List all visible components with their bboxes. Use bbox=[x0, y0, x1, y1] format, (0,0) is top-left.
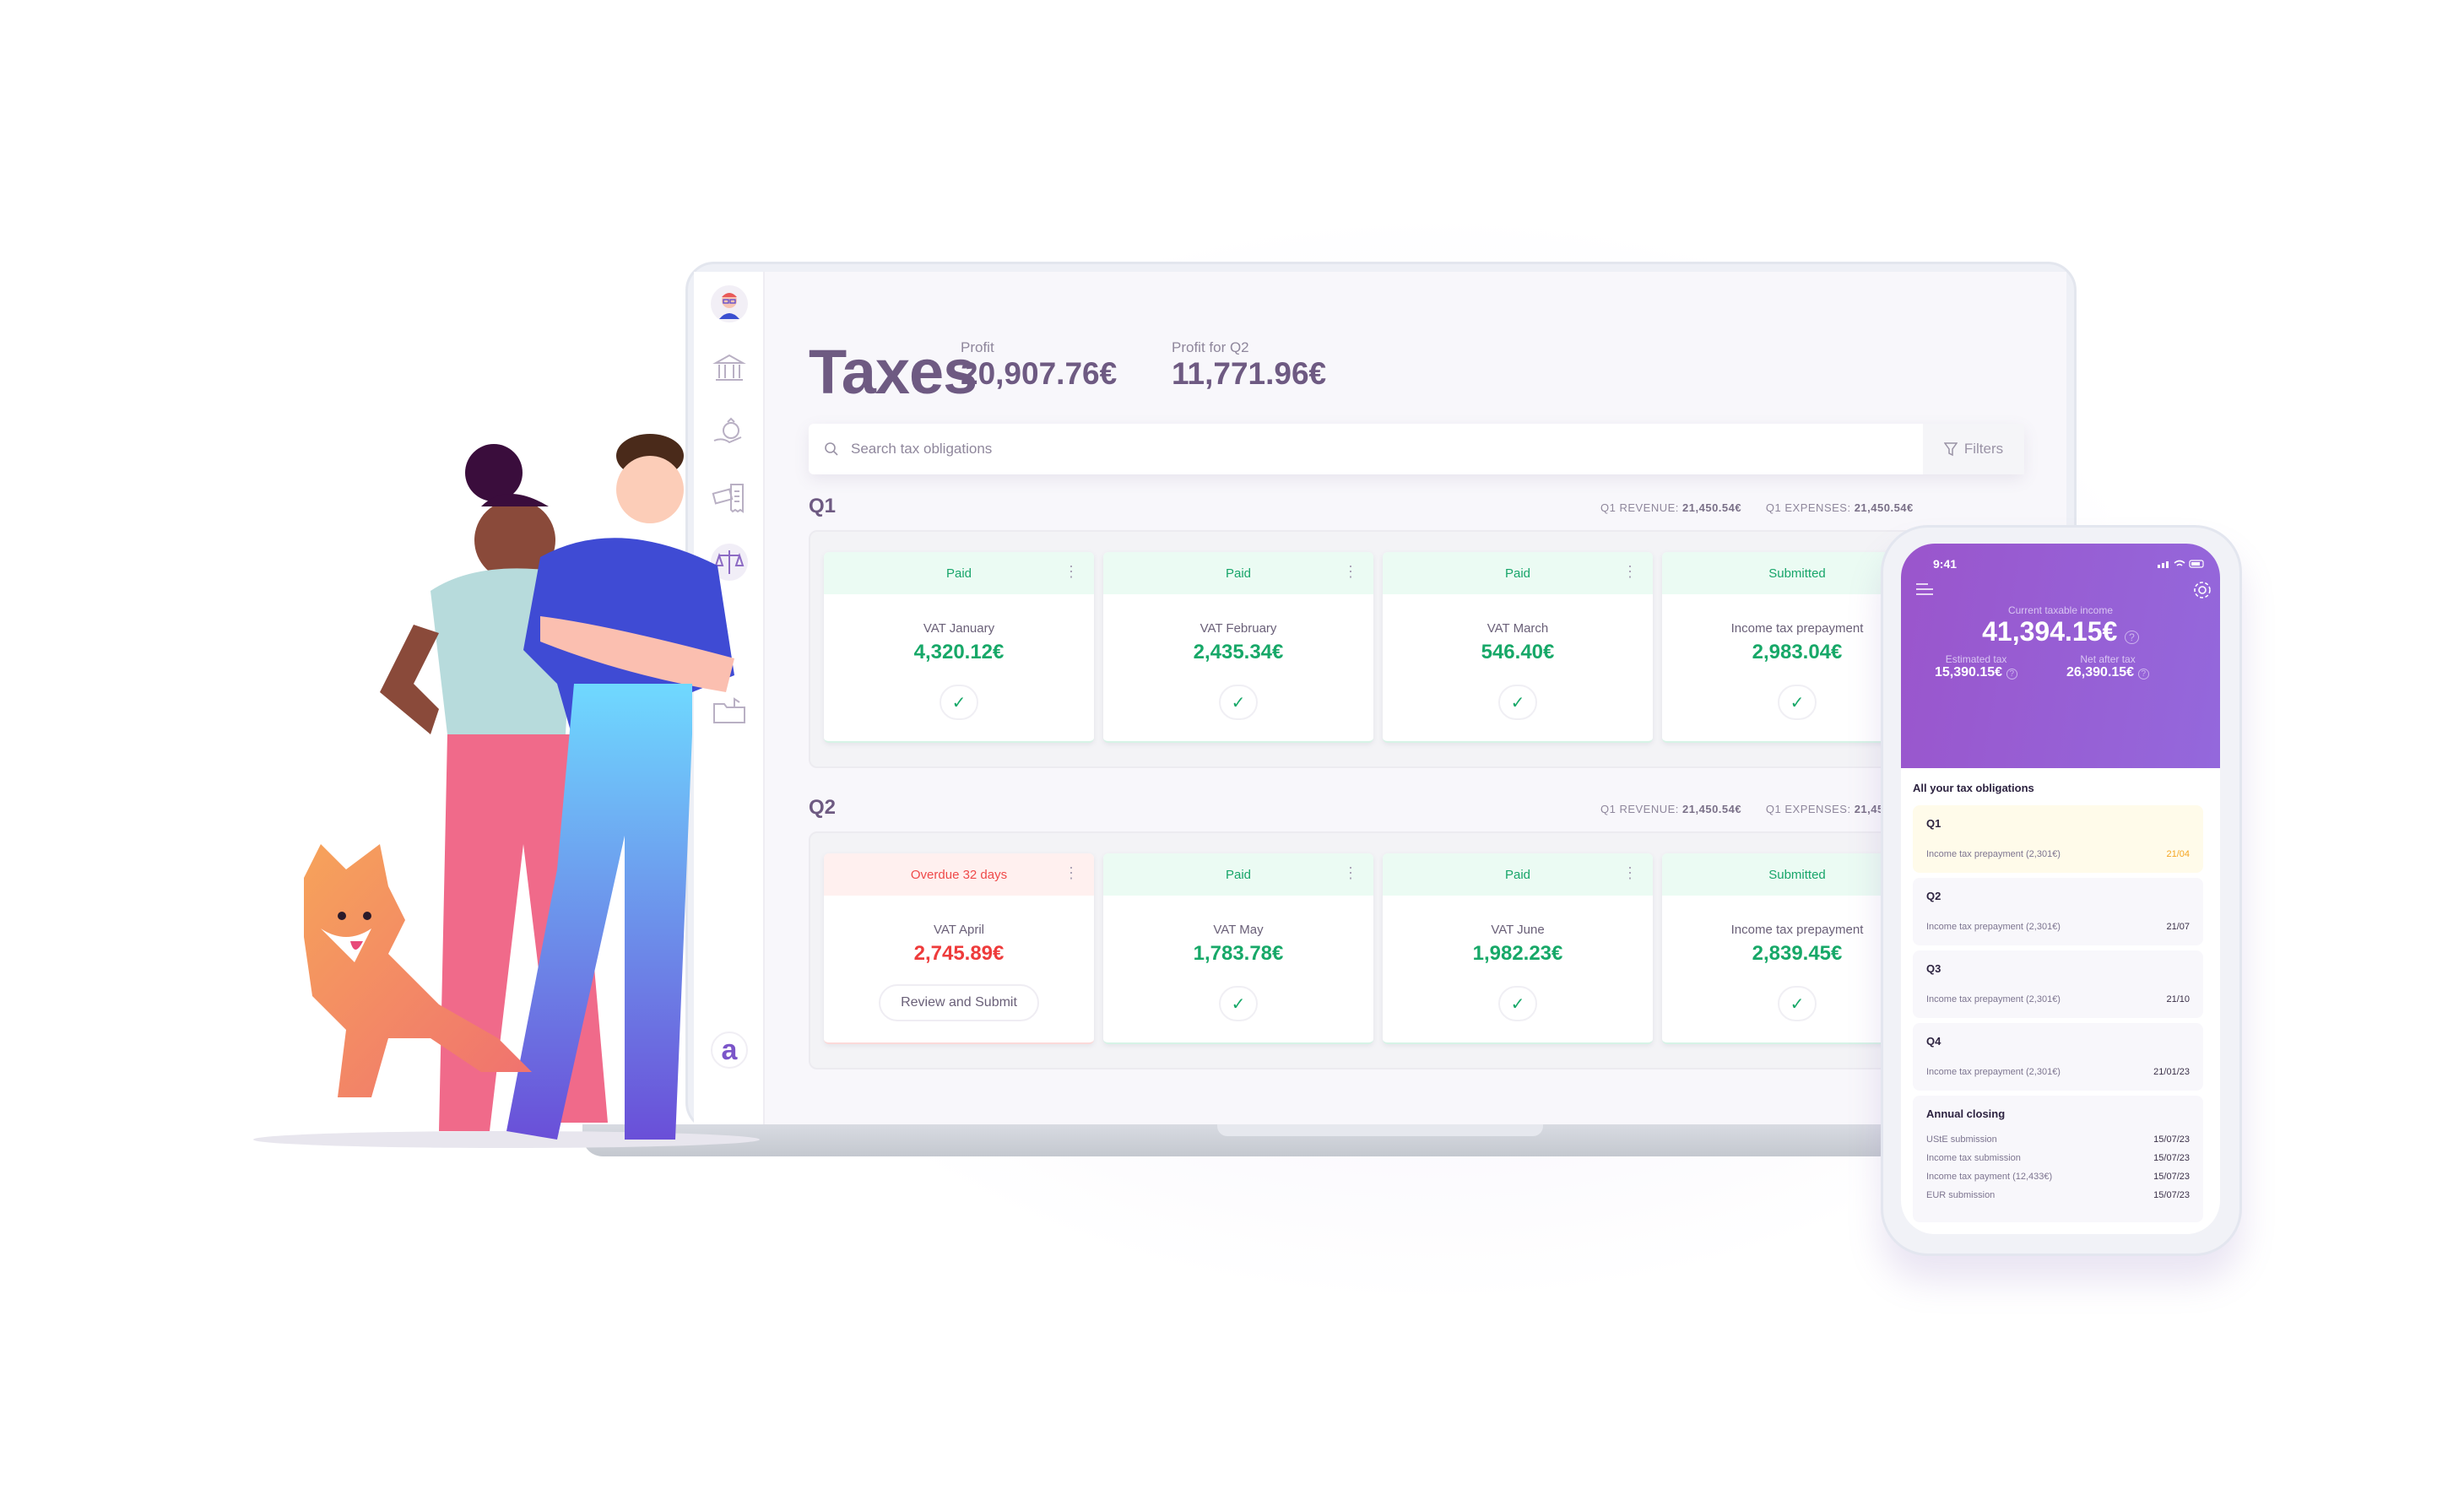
tax-card[interactable]: Paid ⋮ VAT May 1,783.78€ ✓ bbox=[1103, 853, 1373, 1044]
quarter-label: Q1 bbox=[809, 495, 837, 517]
settings-gear-icon[interactable] bbox=[2191, 579, 2213, 601]
check-icon[interactable]: ✓ bbox=[1219, 685, 1258, 720]
more-options-icon[interactable]: ⋮ bbox=[1343, 564, 1358, 579]
status-badge: Paid bbox=[1504, 566, 1531, 581]
check-icon[interactable]: ✓ bbox=[1219, 986, 1258, 1021]
quarter-summary: Q1 REVENUE: 21,450.54€ Q1 EXPENSES: 21,4… bbox=[1600, 501, 1914, 514]
income-label: Current taxable income bbox=[2007, 604, 2114, 616]
annual-row: UStE submission 15/07/23 bbox=[1926, 1134, 2190, 1145]
annual-row: Income tax submission 15/07/23 bbox=[1926, 1153, 2190, 1163]
more-options-icon[interactable]: ⋮ bbox=[1064, 564, 1079, 579]
check-icon[interactable]: ✓ bbox=[1498, 685, 1537, 720]
mobile-app: 9:41 Current taxable income 41,394.15€ ?… bbox=[1901, 544, 2220, 1234]
obligations-title: All your tax obligations bbox=[1913, 782, 2034, 794]
more-options-icon[interactable]: ⋮ bbox=[1622, 564, 1638, 579]
more-options-icon[interactable]: ⋮ bbox=[1622, 865, 1638, 880]
desktop-app: a Taxes Profit 20,907.76€ Profit for Q2 … bbox=[694, 272, 2066, 1124]
tax-amount: 1,982.23€ bbox=[1472, 942, 1563, 965]
status-badge: Overdue 32 days bbox=[910, 867, 1008, 882]
more-options-icon[interactable]: ⋮ bbox=[1064, 865, 1079, 880]
tax-amount: 4,320.12€ bbox=[913, 641, 1005, 663]
tax-name: VAT April bbox=[933, 923, 985, 937]
obligation-item[interactable]: Q1 Income tax prepayment (2,301€) 21/04 bbox=[1913, 805, 2203, 873]
filter-icon bbox=[1943, 442, 1958, 457]
review-submit-button[interactable]: Review and Submit bbox=[879, 984, 1039, 1021]
tax-card[interactable]: Paid ⋮ VAT March 546.40€ ✓ bbox=[1383, 552, 1653, 743]
annual-row: EUR submission 15/07/23 bbox=[1926, 1190, 2190, 1200]
status-badge: Submitted bbox=[1768, 566, 1826, 581]
estimated-tax: Estimated tax 15,390.15€ ? bbox=[1935, 653, 2018, 680]
obligation-item[interactable]: Q3 Income tax prepayment (2,301€) 21/10 bbox=[1913, 950, 2203, 1018]
tax-card[interactable]: Overdue 32 days ⋮ VAT April 2,745.89€ Rev… bbox=[824, 853, 1094, 1044]
status-badge: Submitted bbox=[1768, 867, 1826, 882]
tax-name: VAT February bbox=[1200, 621, 1277, 636]
tax-card[interactable]: Paid ⋮ VAT February 2,435.34€ ✓ bbox=[1103, 552, 1373, 743]
annual-closing[interactable]: Annual closing UStE submission 15/07/23 Inc… bbox=[1913, 1096, 2203, 1222]
more-options-icon[interactable]: ⋮ bbox=[1343, 865, 1358, 880]
status-badge: Paid bbox=[1225, 867, 1252, 882]
search-input[interactable]: Search tax obligations bbox=[851, 441, 992, 458]
status-icons bbox=[2158, 560, 2204, 568]
quarter-group: Overdue 32 days ⋮ VAT April 2,745.89€ Rev… bbox=[809, 831, 2024, 1069]
menu-icon[interactable] bbox=[1914, 582, 1935, 596]
annual-row: Income tax payment (12,433€) 15/07/23 bbox=[1926, 1172, 2190, 1182]
status-time: 9:41 bbox=[1933, 557, 1958, 571]
tax-name: VAT January bbox=[923, 621, 995, 636]
tax-card[interactable]: Paid ⋮ VAT June 1,982.23€ ✓ bbox=[1383, 853, 1653, 1044]
avatar[interactable] bbox=[711, 285, 748, 322]
obligation-item[interactable]: Q2 Income tax prepayment (2,301€) 21/07 bbox=[1913, 878, 2203, 945]
obligation-item[interactable]: Q4 Income tax prepayment (2,301€) 21/01/2… bbox=[1913, 1023, 2203, 1091]
quarter-group: Paid ⋮ VAT January 4,320.12€ ✓ Paid ⋮ VAT … bbox=[809, 530, 2024, 768]
tax-amount: 2,435.34€ bbox=[1193, 641, 1284, 663]
search-bar[interactable]: Search tax obligations Filters bbox=[809, 424, 2024, 474]
quarter-label: Q2 bbox=[809, 796, 837, 819]
stat-profit-q2: Profit for Q2 11,771.96€ bbox=[1172, 339, 1327, 391]
tax-amount: 2,745.89€ bbox=[913, 942, 1005, 965]
stat-profit: Profit 20,907.76€ bbox=[961, 339, 1118, 391]
people-and-dog-illustration bbox=[253, 434, 760, 1148]
laptop-notch bbox=[1217, 1124, 1543, 1136]
check-icon[interactable]: ✓ bbox=[1778, 685, 1817, 720]
tax-card[interactable]: Paid ⋮ VAT January 4,320.12€ ✓ bbox=[824, 552, 1094, 743]
check-icon[interactable]: ✓ bbox=[1778, 986, 1817, 1021]
status-badge: Paid bbox=[1225, 566, 1252, 581]
tax-name: VAT June bbox=[1491, 923, 1545, 937]
tax-name: VAT March bbox=[1487, 621, 1549, 636]
bank-icon[interactable] bbox=[711, 349, 748, 387]
tax-name: VAT May bbox=[1213, 923, 1264, 937]
income-value: 41,394.15€ ? bbox=[1901, 616, 2220, 647]
tax-amount: 546.40€ bbox=[1481, 641, 1555, 663]
page-title: Taxes bbox=[809, 337, 977, 407]
check-icon[interactable]: ✓ bbox=[940, 685, 978, 720]
tax-amount: 1,783.78€ bbox=[1193, 942, 1284, 965]
help-icon[interactable]: ? bbox=[2125, 631, 2139, 644]
help-icon[interactable]: ? bbox=[2006, 669, 2018, 680]
status-badge: Paid bbox=[945, 566, 972, 581]
search-icon bbox=[825, 442, 838, 456]
phone-header: 9:41 Current taxable income 41,394.15€ ?… bbox=[1901, 544, 2220, 768]
status-badge: Paid bbox=[1504, 867, 1531, 882]
filters-button[interactable]: Filters bbox=[1923, 424, 2024, 474]
help-icon[interactable]: ? bbox=[2137, 669, 2150, 680]
check-icon[interactable]: ✓ bbox=[1498, 986, 1537, 1021]
net-after-tax: Net after tax 26,390.15€ ? bbox=[2066, 653, 2150, 680]
